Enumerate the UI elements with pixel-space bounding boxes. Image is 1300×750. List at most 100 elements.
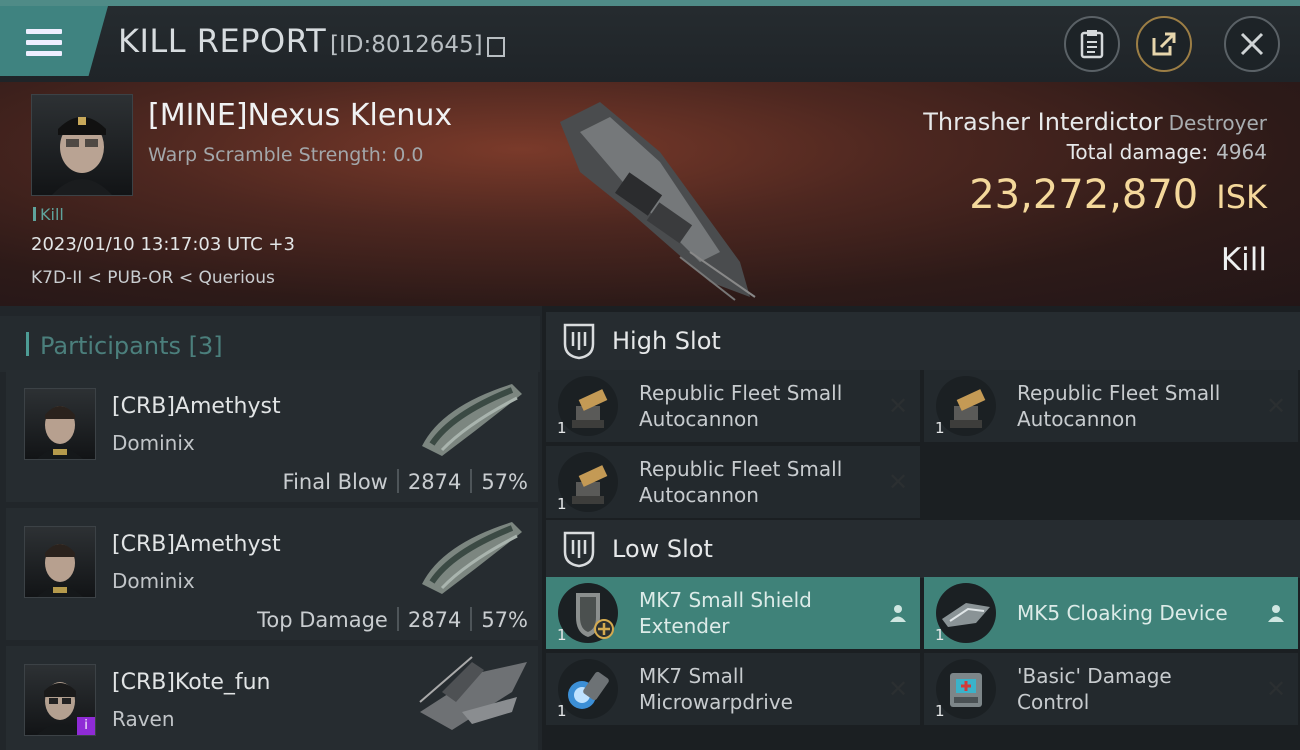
participants-label: Participants <box>40 332 181 360</box>
module-name: Republic Fleet Small Autocannon <box>639 457 843 507</box>
clipboard-button[interactable] <box>1064 16 1120 72</box>
share-icon <box>1152 32 1176 56</box>
module-item[interactable]: 1 'Basic' Damage Control ✕ <box>924 653 1298 725</box>
participant-ship: Dominix <box>112 431 195 455</box>
module-qty: 1 <box>557 626 567 644</box>
victim-banner: [MINE]Nexus Klenux Warp Scramble Strengt… <box>0 82 1300 306</box>
kill-result: Kill <box>1220 242 1267 278</box>
destroyed-x-icon: ✕ <box>1265 675 1287 703</box>
module-item[interactable]: 1 MK7 Small Shield Extender <box>546 577 920 649</box>
autocannon-icon <box>558 452 618 512</box>
clipboard-icon <box>1080 30 1104 59</box>
info-badge: i <box>77 717 95 735</box>
module-item[interactable]: 1 MK7 Small Microwarpdrive ✕ <box>546 653 920 725</box>
module-name: Republic Fleet Small Autocannon <box>1017 381 1221 431</box>
victim-ship: Thrasher Interdictor Destroyer <box>923 108 1267 136</box>
module-qty: 1 <box>557 419 567 437</box>
low-slot-header: Low Slot <box>546 520 1300 578</box>
close-button[interactable] <box>1224 16 1280 72</box>
participant-name: [CRB]Kote_fun <box>112 670 271 695</box>
slot-shield-icon <box>563 323 595 360</box>
page-title: KILL REPORT <box>118 22 327 60</box>
divider <box>470 607 473 631</box>
destroyed-x-icon: ✕ <box>1265 392 1287 420</box>
participant-row[interactable]: [CRB]Amethyst Dominix Top Damage 2874 57% <box>6 508 538 640</box>
victim-avatar[interactable] <box>31 94 133 196</box>
participant-row[interactable]: i [CRB]Kote_fun Raven <box>6 646 538 750</box>
ship-name: Thrasher Interdictor <box>923 108 1163 136</box>
shield-extender-icon <box>558 583 618 643</box>
victim-name[interactable]: [MINE]Nexus Klenux <box>148 98 452 133</box>
close-icon <box>1240 32 1264 56</box>
high-slot-header: High Slot <box>546 312 1300 370</box>
module-qty: 1 <box>935 419 945 437</box>
module-qty: 1 <box>935 626 945 644</box>
share-button[interactable] <box>1136 16 1192 72</box>
module-name: MK5 Cloaking Device <box>1017 601 1228 625</box>
module-name: MK7 Small Microwarpdrive <box>639 664 793 714</box>
destroyed-x-icon: ✕ <box>887 392 909 420</box>
header-accent <box>26 332 29 356</box>
slot-shield-icon <box>563 531 595 568</box>
dominix-ship-icon <box>422 384 522 456</box>
participant-avatar[interactable]: i <box>24 664 96 736</box>
high-slot-title: High Slot <box>612 327 721 355</box>
participant-stats: Final Blow 2874 57% <box>283 469 528 494</box>
participant-ship: Raven <box>112 707 175 731</box>
participant-damage: 2874 <box>407 608 462 632</box>
isk-amount: 23,272,870 <box>969 172 1199 218</box>
participants-header: Participants [3] <box>0 316 540 372</box>
kill-tag: Kill <box>33 205 64 224</box>
module-name: 'Basic' Damage Control <box>1017 664 1172 714</box>
damage-control-icon <box>936 659 996 719</box>
participant-row[interactable]: [CRB]Amethyst Dominix Final Blow 2874 57% <box>6 370 538 502</box>
copy-icon[interactable] <box>487 37 505 57</box>
participant-name: [CRB]Amethyst <box>112 394 281 419</box>
dropped-person-icon <box>886 601 910 625</box>
participant-ship: Dominix <box>112 569 195 593</box>
module-item[interactable]: 1 MK5 Cloaking Device <box>924 577 1298 649</box>
kill-location[interactable]: K7D-II < PUB-OR < Querious <box>31 268 275 288</box>
divider <box>396 469 399 493</box>
autocannon-icon <box>558 376 618 436</box>
module-qty: 1 <box>557 702 567 720</box>
module-item[interactable]: 1 Republic Fleet Small Autocannon ✕ <box>546 446 920 518</box>
participant-role: Final Blow <box>282 470 388 494</box>
participant-role: Top Damage <box>257 608 388 632</box>
participants-count: [3] <box>188 332 223 360</box>
warp-scramble-strength: Warp Scramble Strength: 0.0 <box>148 144 424 166</box>
cloaking-device-icon <box>936 583 996 643</box>
isk-unit: ISK <box>1216 178 1267 216</box>
isk-value: 23,272,870 ISK <box>969 172 1267 218</box>
microwarpdrive-icon <box>558 659 618 719</box>
top-bar: KILL REPORT [ID:8012645] <box>0 0 1300 82</box>
total-damage-value: 4964 <box>1216 140 1267 164</box>
kill-id: [ID:8012645] <box>330 32 483 58</box>
participant-avatar[interactable] <box>24 526 96 598</box>
autocannon-icon <box>936 376 996 436</box>
participant-name: [CRB]Amethyst <box>112 532 281 557</box>
divider <box>470 469 473 493</box>
hamburger-icon <box>26 29 62 57</box>
dropped-person-icon <box>1264 601 1288 625</box>
thrasher-ship-icon <box>560 102 756 301</box>
module-item[interactable]: 1 Republic Fleet Small Autocannon ✕ <box>924 370 1298 442</box>
module-name: MK7 Small Shield Extender <box>639 588 812 638</box>
low-slot-title: Low Slot <box>612 535 713 563</box>
module-qty: 1 <box>935 702 945 720</box>
menu-button[interactable] <box>0 6 108 76</box>
ship-class: Destroyer <box>1168 111 1267 135</box>
module-qty: 1 <box>557 495 567 513</box>
participants-title: Participants [3] <box>40 332 223 360</box>
participant-damage: 2874 <box>407 470 462 494</box>
divider <box>396 607 399 631</box>
module-item[interactable]: 1 Republic Fleet Small Autocannon ✕ <box>546 370 920 442</box>
participant-stats: Top Damage 2874 57% <box>257 607 528 632</box>
participant-avatar[interactable] <box>24 388 96 460</box>
dominix-ship-icon <box>422 522 522 594</box>
participant-percent: 57% <box>481 608 528 632</box>
raven-ship-icon <box>419 656 527 730</box>
destroyed-x-icon: ✕ <box>887 675 909 703</box>
total-damage: Total damage: 4964 <box>1067 140 1267 164</box>
kill-datetime: 2023/01/10 13:17:03 UTC +3 <box>31 234 295 255</box>
